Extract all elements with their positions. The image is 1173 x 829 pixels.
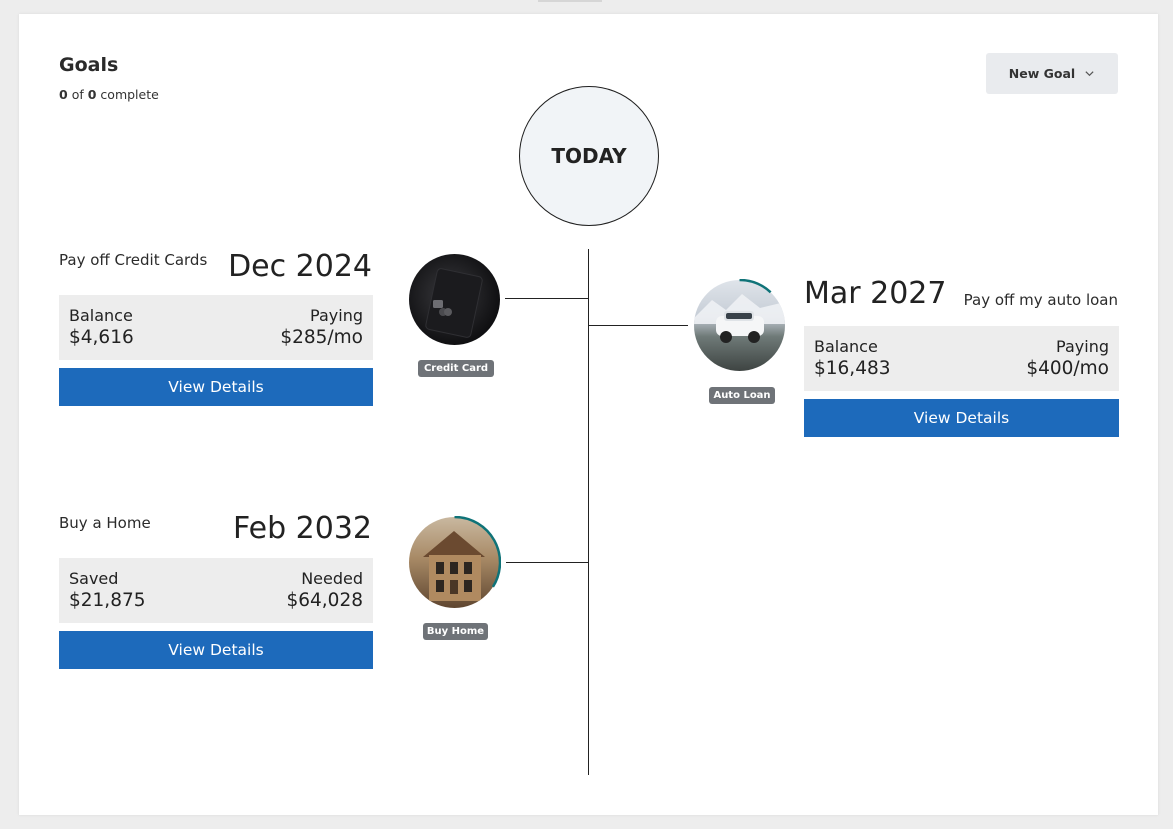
connector-buy-home — [506, 562, 588, 563]
stat-value: $21,875 — [69, 590, 146, 611]
progress-ring — [408, 253, 501, 346]
view-details-button[interactable]: View Details — [59, 631, 373, 669]
connector-auto-loan — [589, 325, 688, 326]
goal-target-date: Feb 2032 — [233, 511, 372, 546]
chevron-down-icon — [1085, 71, 1094, 77]
goal-name: Buy a Home — [59, 514, 151, 532]
goal-icon-auto-loan[interactable] — [693, 279, 786, 372]
today-label: TODAY — [551, 144, 627, 168]
timeline-axis — [588, 249, 589, 775]
goal-type-badge: Credit Card — [418, 360, 494, 377]
stat-label: Balance — [69, 306, 133, 325]
stat-label: Needed — [301, 569, 363, 588]
stat-value: $16,483 — [814, 358, 891, 379]
progress-arc — [454, 516, 501, 588]
goal-type-badge: Auto Loan — [709, 387, 775, 404]
goal-type-badge: Buy Home — [423, 623, 488, 640]
goal-stats: Balance $16,483 Paying $400/mo — [804, 326, 1119, 391]
goal-icon-credit-card[interactable] — [408, 253, 501, 346]
complete-count: 0 — [59, 87, 68, 102]
stat-label: Paying — [1056, 337, 1109, 356]
stat-value: $64,028 — [286, 590, 363, 611]
completion-summary: 0 of 0 complete — [59, 87, 159, 102]
today-marker: TODAY — [519, 86, 659, 226]
top-handle — [538, 0, 602, 2]
goals-panel: Goals 0 of 0 complete New Goal TODAY Pay… — [19, 14, 1158, 815]
view-details-button[interactable]: View Details — [59, 368, 373, 406]
page-title: Goals — [59, 54, 119, 76]
stat-value: $400/mo — [1026, 358, 1109, 379]
complete-text: complete — [100, 87, 159, 102]
of-text: of — [71, 87, 84, 102]
connector-credit-card — [505, 298, 588, 299]
goal-icon-buy-home[interactable] — [408, 516, 501, 609]
goal-target-date: Mar 2027 — [804, 276, 947, 311]
total-count: 0 — [87, 87, 97, 102]
stat-value: $4,616 — [69, 327, 134, 348]
stat-label: Balance — [814, 337, 878, 356]
progress-arc — [739, 279, 772, 294]
goal-name: Pay off my auto loan — [963, 291, 1118, 309]
stat-label: Paying — [310, 306, 363, 325]
view-details-button[interactable]: View Details — [804, 399, 1119, 437]
progress-ring — [739, 279, 772, 294]
goal-stats: Balance $4,616 Paying $285/mo — [59, 295, 373, 360]
stat-label: Saved — [69, 569, 119, 588]
progress-ring — [454, 516, 501, 588]
stat-value: $285/mo — [280, 327, 363, 348]
new-goal-button[interactable]: New Goal — [986, 53, 1118, 94]
new-goal-label: New Goal — [1008, 66, 1076, 81]
goal-target-date: Dec 2024 — [228, 249, 372, 284]
goal-name: Pay off Credit Cards — [59, 251, 208, 269]
goal-stats: Saved $21,875 Needed $64,028 — [59, 558, 373, 623]
